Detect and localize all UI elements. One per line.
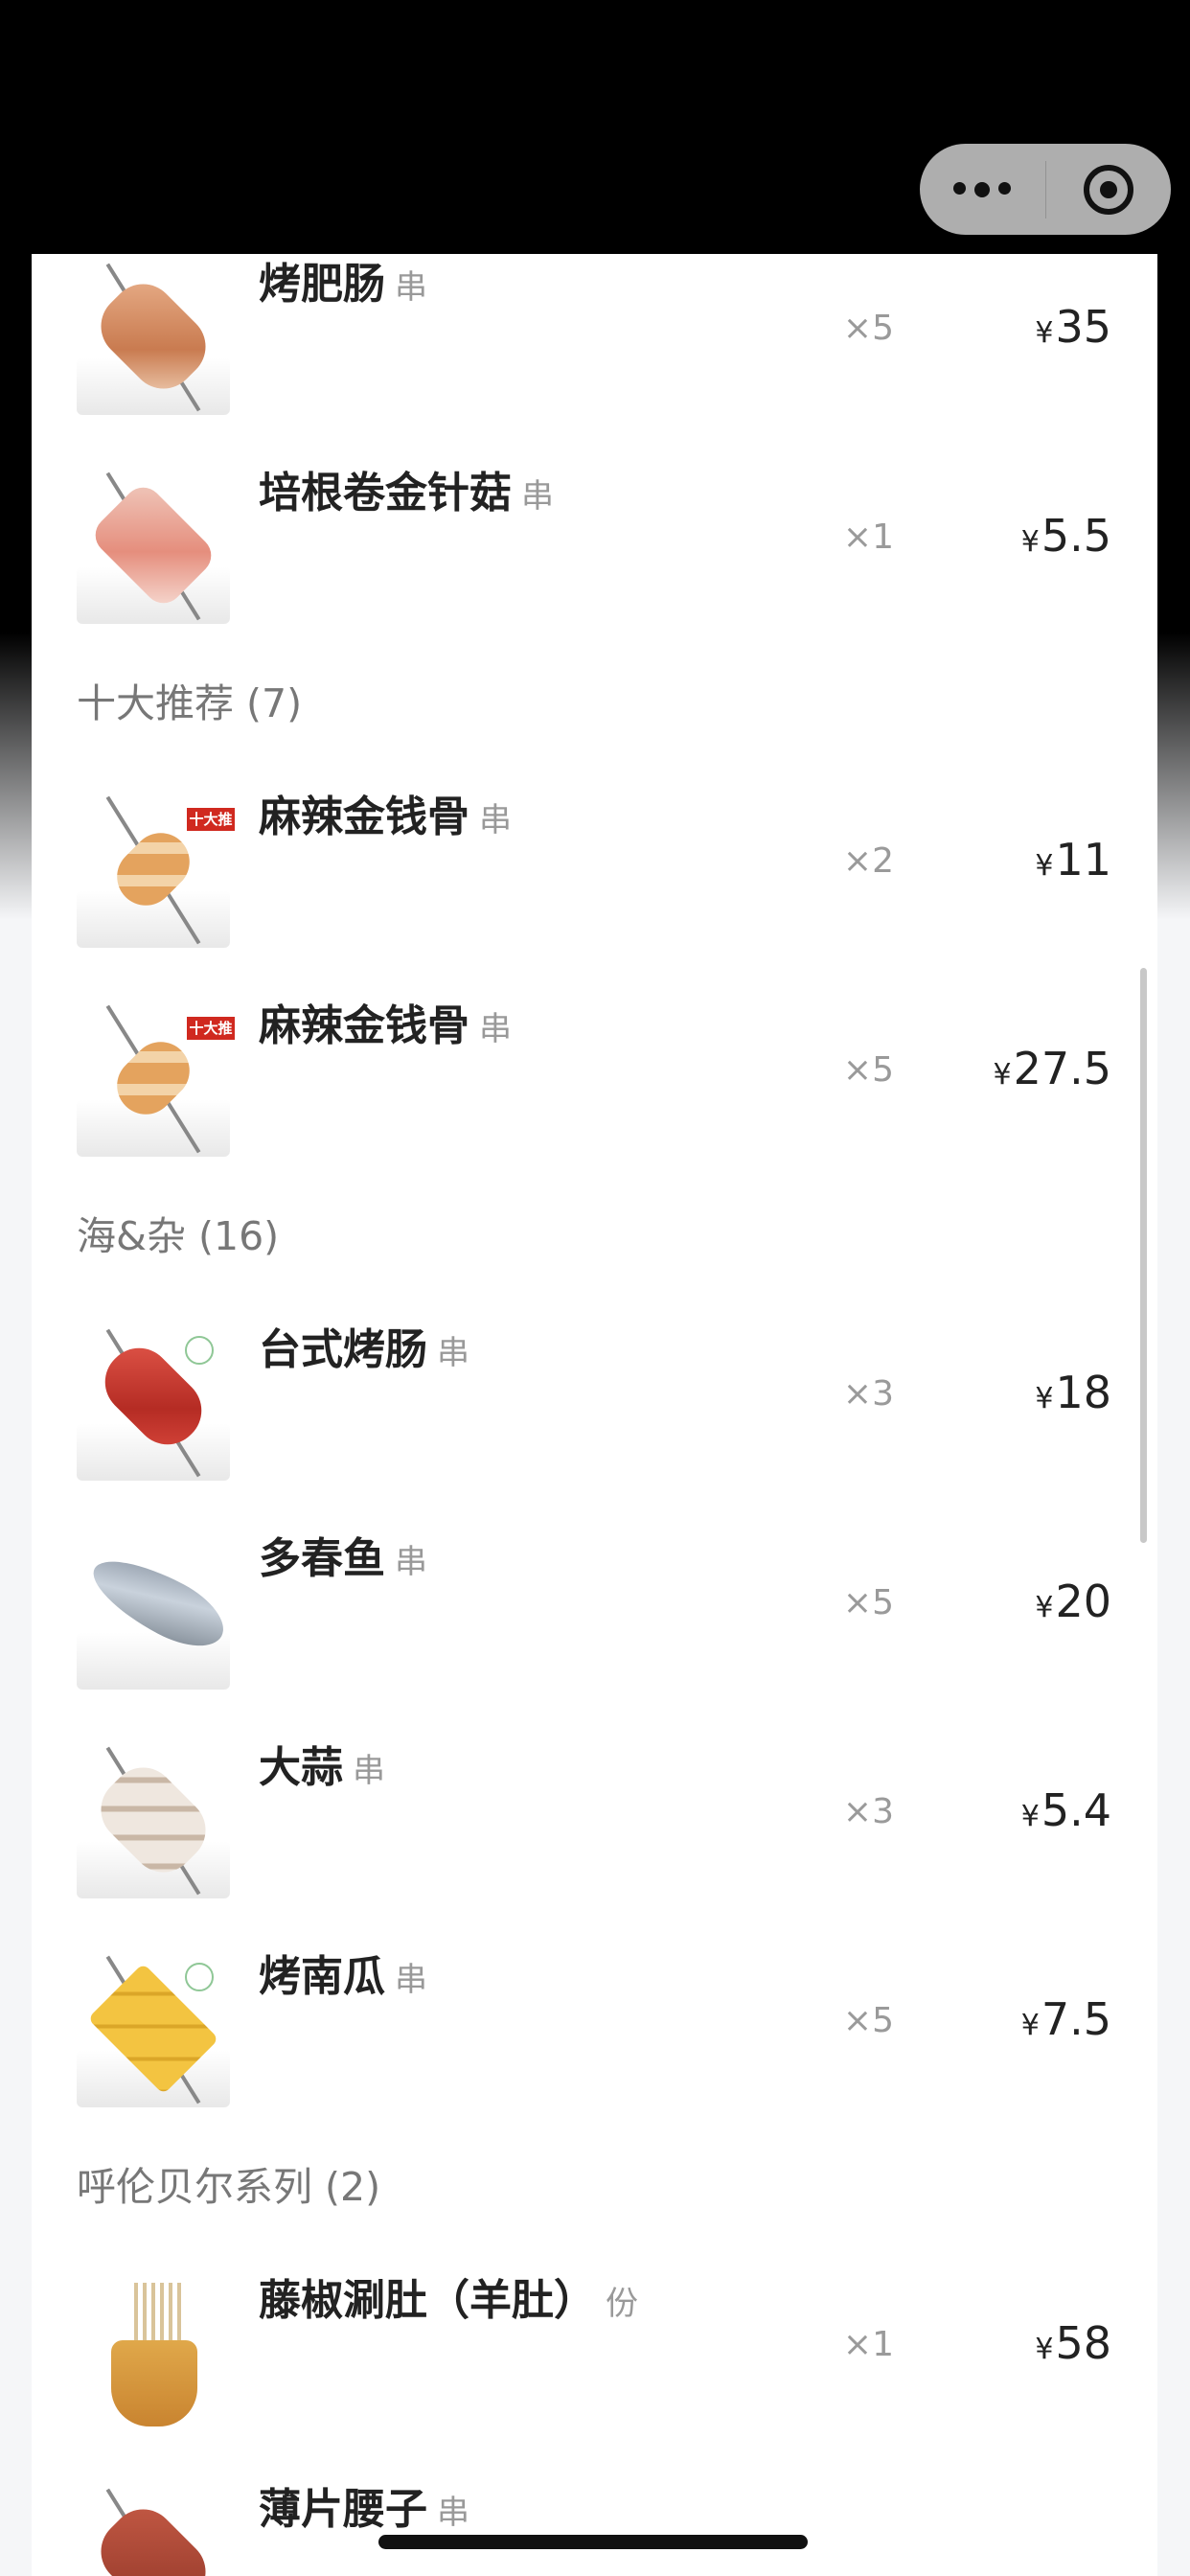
section-header: 十大推荐 (7) — [77, 680, 303, 726]
item-quantity: ×1 — [842, 2325, 894, 2364]
item-quantity: ×3 — [842, 1374, 894, 1414]
order-item[interactable]: 大蒜串 ×3 ¥5.4 — [32, 1704, 1157, 1913]
ellipsis-icon — [953, 181, 1012, 197]
item-quantity: ×1 — [842, 518, 894, 557]
item-price: ¥35 — [1035, 301, 1111, 353]
item-thumbnail — [77, 257, 230, 415]
item-name: 大蒜串 — [259, 1743, 385, 1792]
item-quantity: ×5 — [842, 1050, 894, 1090]
item-name: 麻辣金钱骨串 — [259, 793, 512, 841]
order-items-card: 烤肥肠串 ×5 ¥35 培根卷金针菇串 ×1 ¥5.5 十大推荐 (7) 十大推… — [32, 254, 1157, 2576]
item-thumbnail — [77, 1740, 230, 1898]
item-name: 烤肥肠串 — [259, 260, 427, 309]
order-item[interactable]: 十大推 麻辣金钱骨串 ×5 ¥27.5 — [32, 962, 1157, 1171]
item-quantity: ×3 — [842, 1792, 894, 1831]
item-price: ¥7.5 — [1020, 1993, 1111, 2045]
item-price: ¥5.5 — [1020, 510, 1111, 562]
item-thumbnail — [77, 2273, 230, 2431]
item-quantity: ×2 — [842, 841, 894, 881]
item-quantity: ×5 — [842, 2001, 894, 2040]
item-thumbnail — [77, 2482, 230, 2576]
section-header: 呼伦贝尔系列 (2) — [77, 2164, 381, 2210]
item-quantity: ×5 — [842, 309, 894, 348]
miniprogram-capsule — [920, 144, 1171, 235]
home-indicator — [378, 2535, 808, 2549]
item-name: 台式烤肠串 — [259, 1325, 469, 1374]
order-item[interactable]: 烤肥肠串 ×5 ¥35 — [32, 254, 1157, 429]
item-name: 麻辣金钱骨串 — [259, 1001, 512, 1050]
item-price: ¥58 — [1035, 2317, 1111, 2369]
order-item[interactable]: 薄片腰子串 — [32, 2446, 1157, 2576]
target-icon — [1083, 164, 1133, 215]
item-price: ¥20 — [1035, 1576, 1111, 1627]
scrollbar[interactable] — [1140, 968, 1147, 1543]
item-name: 培根卷金针菇串 — [259, 469, 554, 518]
order-item[interactable]: 多春鱼串 ×5 ¥20 — [32, 1495, 1157, 1704]
item-thumbnail — [77, 466, 230, 624]
brand-mark-icon — [185, 1336, 214, 1365]
item-price: ¥11 — [1035, 834, 1111, 886]
item-name: 薄片腰子串 — [259, 2485, 469, 2534]
brand-mark-icon — [185, 1963, 214, 1991]
section-header: 海&杂 (16) — [77, 1213, 280, 1259]
item-price: ¥27.5 — [993, 1043, 1111, 1094]
item-name: 多春鱼串 — [259, 1534, 427, 1583]
item-price: ¥5.4 — [1020, 1784, 1111, 1836]
item-thumbnail — [77, 1531, 230, 1690]
item-name: 烤南瓜串 — [259, 1952, 427, 2001]
item-price: ¥18 — [1035, 1367, 1111, 1418]
item-quantity: ×5 — [842, 1583, 894, 1622]
order-item[interactable]: 烤南瓜串 ×5 ¥7.5 — [32, 1913, 1157, 2122]
order-item[interactable]: 培根卷金针菇串 ×1 ¥5.5 — [32, 429, 1157, 638]
top-ten-badge: 十大推 — [187, 808, 235, 831]
top-ten-badge: 十大推 — [187, 1017, 235, 1040]
order-item[interactable]: 十大推 麻辣金钱骨串 ×2 ¥11 — [32, 753, 1157, 962]
item-name: 藤椒涮肚（羊肚）份 — [259, 2276, 638, 2325]
more-button[interactable] — [920, 144, 1045, 235]
order-item[interactable]: 台式烤肠串 ×3 ¥18 — [32, 1286, 1157, 1495]
order-item[interactable]: 藤椒涮肚（羊肚）份 ×1 ¥58 — [32, 2237, 1157, 2446]
close-miniprogram-button[interactable] — [1046, 144, 1172, 235]
